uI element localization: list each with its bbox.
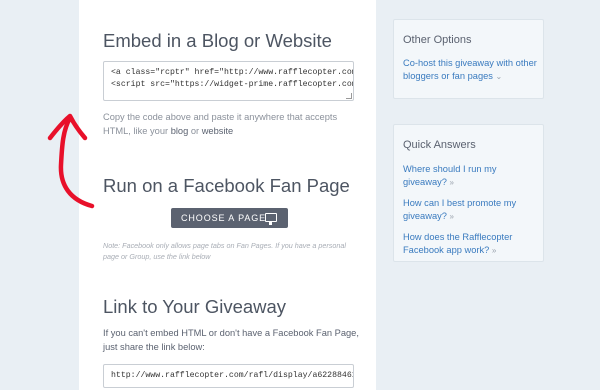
quick-answers-card: Quick Answers Where should I run my give… xyxy=(393,124,544,262)
embed-help-text: Copy the code above and paste it anywher… xyxy=(103,110,363,138)
hand-drawn-arrow-icon xyxy=(47,113,95,209)
giveaway-link-input[interactable]: http://www.rafflecopter.com/rafl/display… xyxy=(103,364,354,388)
embed-code-textarea[interactable]: <a class="rcptr" href="http://www.raffle… xyxy=(103,61,354,101)
quick-answer-link-3[interactable]: How does the Rafflecopter Facebook app w… xyxy=(403,231,543,257)
chevron-right-icon: » xyxy=(491,246,497,255)
facebook-section-title: Run on a Facebook Fan Page xyxy=(103,175,350,196)
link-section-title: Link to Your Giveaway xyxy=(103,296,287,317)
co-host-link[interactable]: Co-host this giveaway with other blogger… xyxy=(403,57,543,83)
website-link[interactable]: website xyxy=(202,126,234,136)
facebook-note: Note: Facebook only allows page tabs on … xyxy=(103,241,346,261)
choose-page-button[interactable]: CHOOSE A PAGE xyxy=(171,208,288,228)
choose-page-label: CHOOSE A PAGE xyxy=(181,213,267,223)
embed-code-line-2: <script src="https://widget-prime.raffle… xyxy=(111,80,354,89)
chevron-right-icon: » xyxy=(449,178,454,187)
embed-section-title: Embed in a Blog or Website xyxy=(103,30,332,51)
embed-help-or: or xyxy=(188,126,202,136)
chevron-down-icon: ⌄ xyxy=(495,72,503,81)
quick-answers-title: Quick Answers xyxy=(403,139,476,151)
blog-link[interactable]: blog xyxy=(171,126,189,136)
co-host-link-label: Co-host this giveaway with other blogger… xyxy=(403,58,537,81)
link-help-text: If you can't embed HTML or don't have a … xyxy=(103,328,359,352)
quick-answer-link-1[interactable]: Where should I run my giveaway? » xyxy=(403,163,543,189)
other-options-card: Other Options Co-host this giveaway with… xyxy=(393,19,544,99)
screen-icon xyxy=(265,213,277,225)
chevron-right-icon: » xyxy=(449,212,454,221)
embed-code-line-1: <a class="rcptr" href="http://www.raffle… xyxy=(111,68,353,77)
quick-answer-link-2-label: How can I best promote my giveaway? xyxy=(403,198,517,221)
main-panel: Embed in a Blog or Website <a class="rcp… xyxy=(79,0,376,390)
other-options-title: Other Options xyxy=(403,34,472,46)
resize-grip-icon[interactable] xyxy=(346,93,352,99)
quick-answer-link-2[interactable]: How can I best promote my giveaway? » xyxy=(403,197,543,223)
